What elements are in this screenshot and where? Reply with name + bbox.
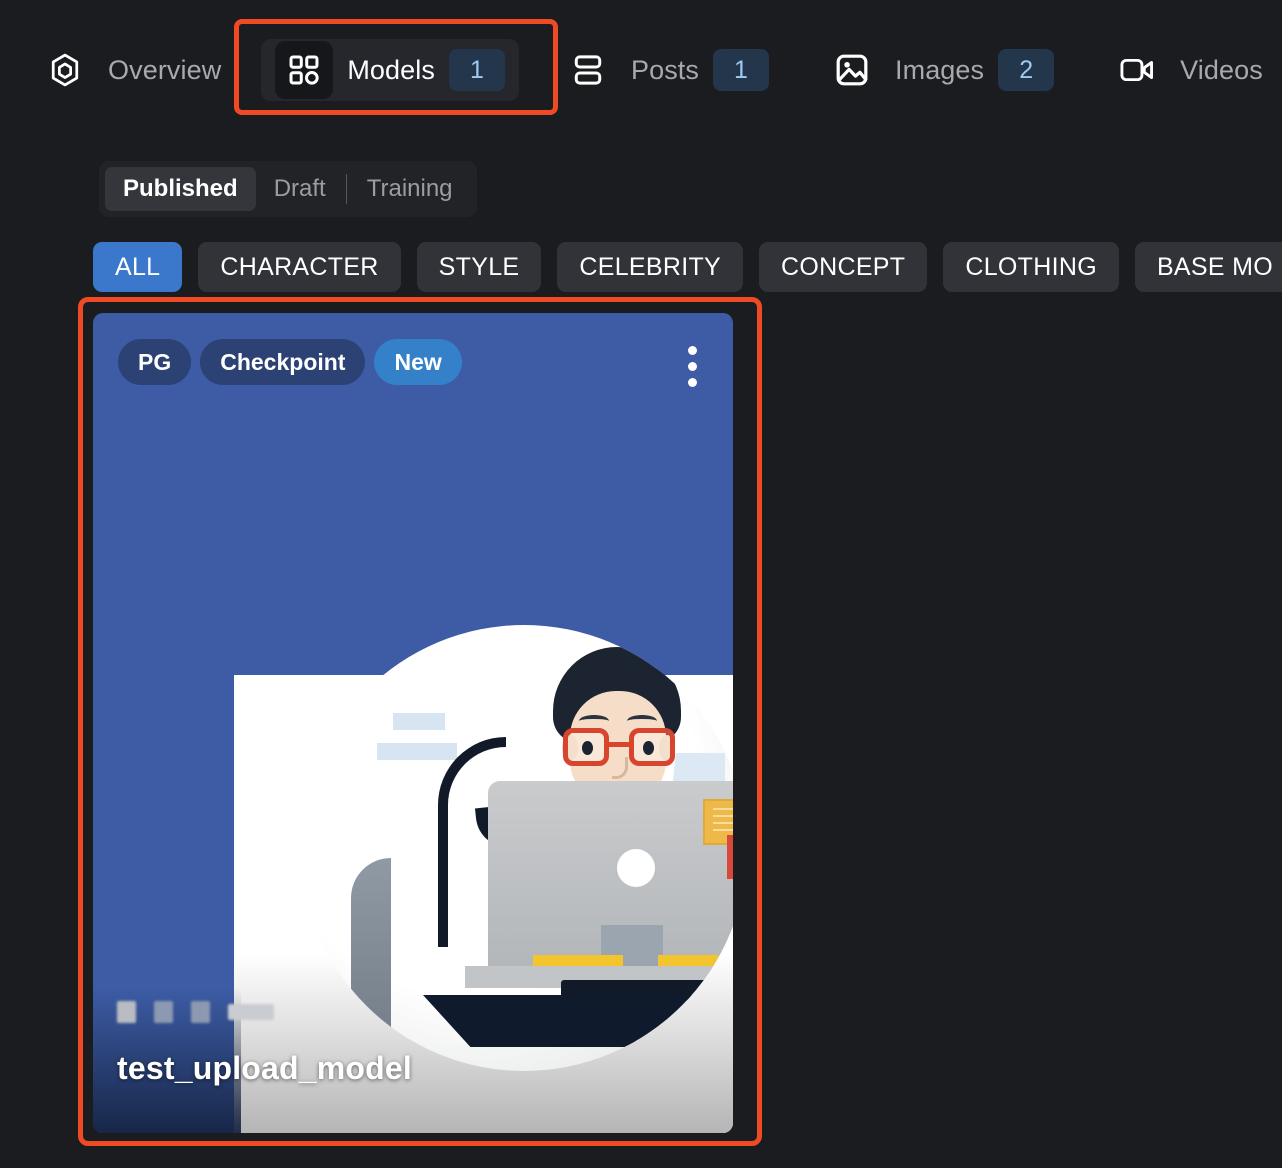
status-tab-training-label: Training [366,175,453,202]
filter-chip-clothing[interactable]: CLOTHING [943,242,1119,292]
category-filter-chips: ALL CHARACTER STYLE CELEBRITY CONCEPT CL… [93,242,1282,292]
video-icon [1108,41,1166,99]
nav-item-posts[interactable]: Posts 1 [545,39,783,101]
nav-item-images-badge: 2 [998,49,1055,91]
filter-chip-celebrity-label: CELEBRITY [579,252,722,281]
nav-item-overview[interactable]: Overview [22,39,235,101]
model-thumbnail-illustration [93,313,733,1133]
badge-new: New [374,339,462,385]
grid-icon [275,41,334,99]
nav-item-videos[interactable]: Videos [1094,39,1277,101]
badge-rating-label: PG [138,348,172,375]
model-card-badges: PG Checkpoint New [118,339,462,385]
nav-item-models-label: Models [347,54,435,85]
badge-model-type-label: Checkpoint [220,348,346,375]
filter-chip-character-label: CHARACTER [220,252,379,281]
status-tab-draft[interactable]: Draft [256,167,344,211]
kebab-menu-icon[interactable] [687,346,697,387]
nav-item-images-label: Images [895,54,985,85]
nav-item-models-badge: 1 [448,49,505,91]
filter-chip-concept-label: CONCEPT [781,252,906,281]
model-card[interactable]: PG Checkpoint New test_upload_model [93,313,733,1133]
badge-rating: PG [118,339,192,385]
filter-chip-all-label: ALL [115,252,161,281]
hexagon-icon [36,41,94,99]
filter-chip-base-model[interactable]: BASE MO [1134,242,1282,292]
top-navigation: Overview Models 1 Posts 1 Images 2 Video… [0,0,1282,140]
status-tab-draft-label: Draft [273,175,326,202]
nav-item-posts-badge: 1 [713,49,769,91]
status-tab-training[interactable]: Training [349,167,471,211]
filter-chip-concept[interactable]: CONCEPT [759,242,928,292]
posts-icon [559,41,617,99]
filter-chip-all[interactable]: ALL [93,242,183,292]
status-tabs: Published Draft Training [99,161,477,217]
status-tab-published-label: Published [123,175,238,202]
badge-model-type: Checkpoint [200,339,366,385]
status-tab-published[interactable]: Published [105,167,256,211]
image-icon [823,41,881,99]
filter-chip-base-model-label: BASE MO [1156,252,1273,281]
filter-chip-celebrity[interactable]: CELEBRITY [557,242,744,292]
nav-item-videos-label: Videos [1180,54,1263,85]
nav-item-posts-label: Posts [630,54,699,85]
filter-chip-style[interactable]: STYLE [416,242,542,292]
nav-item-images[interactable]: Images 2 [809,39,1068,101]
filter-chip-clothing-label: CLOTHING [965,252,1097,281]
filter-chip-style-label: STYLE [438,252,520,281]
filter-chip-character[interactable]: CHARACTER [198,242,401,292]
nav-item-models[interactable]: Models 1 [261,39,519,101]
nav-item-overview-label: Overview [108,54,222,85]
status-tabs-divider [345,174,347,204]
badge-new-label: New [394,348,442,375]
